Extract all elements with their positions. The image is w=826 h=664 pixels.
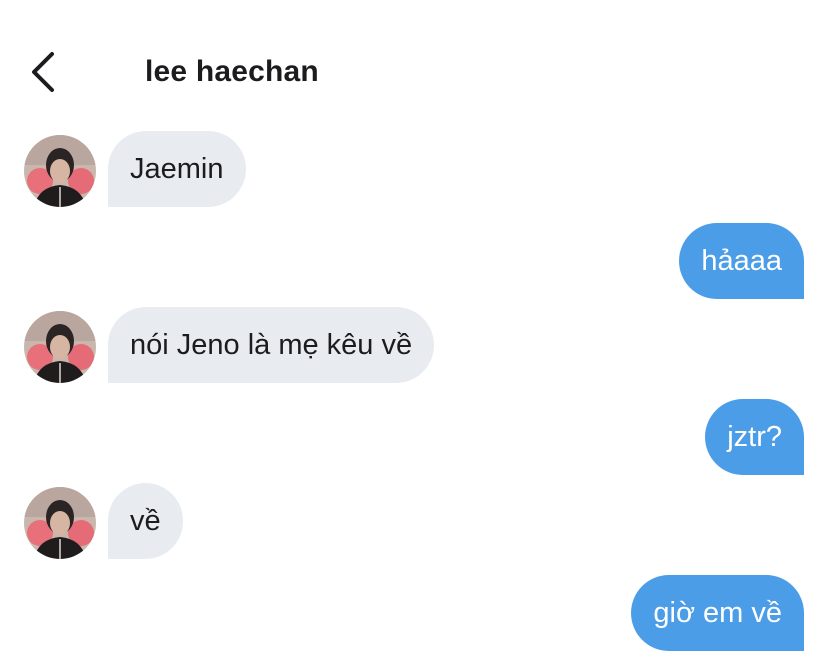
incoming-message[interactable]: Jaemin — [108, 131, 246, 207]
avatar[interactable] — [24, 487, 96, 559]
incoming-message[interactable]: nói Jeno là mẹ kêu về — [108, 307, 435, 383]
back-button[interactable] — [26, 50, 62, 94]
chat-header: lee haechan — [0, 0, 826, 120]
avatar[interactable] — [24, 135, 96, 207]
chevron-left-icon — [32, 52, 54, 92]
outgoing-message[interactable]: giờ em về — [631, 575, 804, 651]
incoming-message[interactable]: về — [108, 483, 183, 559]
contact-name[interactable]: lee haechan — [145, 52, 319, 92]
avatar[interactable] — [24, 311, 96, 383]
outgoing-message[interactable]: jztr? — [705, 399, 804, 475]
outgoing-message[interactable]: hảaaa — [679, 223, 804, 299]
